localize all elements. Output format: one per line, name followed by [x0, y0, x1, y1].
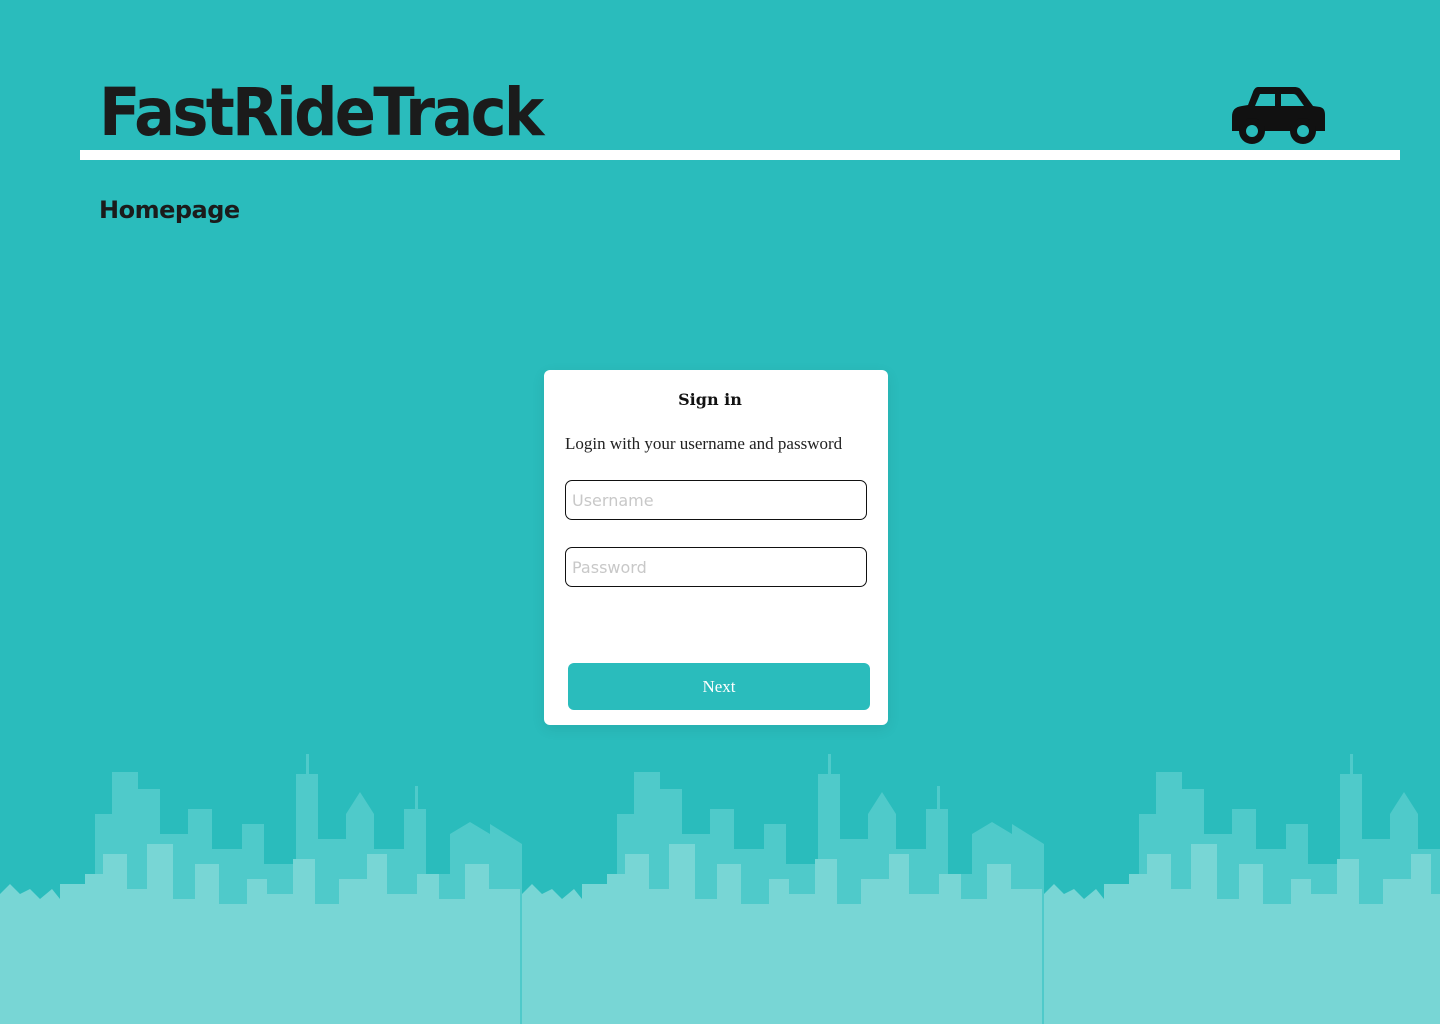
page-title: Homepage: [99, 196, 240, 224]
car-icon: [1232, 87, 1325, 144]
next-button[interactable]: Next: [568, 663, 870, 710]
username-input[interactable]: [565, 480, 867, 520]
sign-in-card: Sign in Login with your username and pas…: [544, 370, 888, 725]
header-divider: [80, 150, 1400, 160]
sign-in-subtitle: Login with your username and password: [565, 434, 843, 453]
app-header: FastRideTrack: [0, 0, 1440, 170]
city-skyline-illustration: [0, 754, 1440, 1024]
password-input[interactable]: [565, 547, 867, 587]
sign-in-title: Sign in: [678, 390, 742, 409]
app-title: FastRideTrack: [99, 74, 544, 151]
